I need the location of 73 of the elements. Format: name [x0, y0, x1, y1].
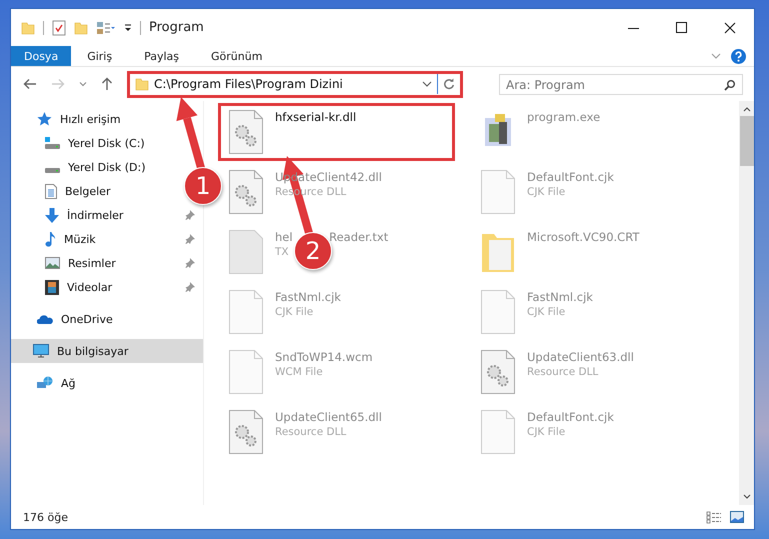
file-type: CJK File — [275, 306, 314, 318]
file-type: Resource DLL — [275, 426, 346, 438]
sidebar-item[interactable]: Ağ — [11, 371, 181, 395]
close-icon[interactable] — [724, 22, 736, 34]
globe-monitor-icon — [37, 376, 53, 390]
file-type: WCM File — [275, 366, 323, 378]
gear-file-icon — [481, 350, 515, 394]
file-type: CJK File — [527, 426, 566, 438]
back-arrow-icon[interactable] — [23, 78, 37, 90]
address-bar[interactable]: C:\Program Files\Program Dizini — [127, 70, 463, 98]
file-item[interactable]: hfxserial-kr.dll — [218, 103, 455, 161]
pin-icon[interactable] — [185, 258, 195, 268]
checklist-icon[interactable] — [52, 20, 66, 36]
file-type: Resource DLL — [527, 366, 598, 378]
star-icon — [37, 112, 52, 126]
up-arrow-icon[interactable] — [101, 77, 113, 91]
item-count: 176 öğe — [23, 510, 68, 524]
sidebar-item[interactable]: Videolar — [11, 275, 203, 299]
refresh-icon[interactable] — [443, 78, 455, 90]
search-field[interactable]: Ara: Program — [499, 74, 743, 95]
music-note-icon — [45, 232, 56, 246]
gear-file-icon — [229, 110, 263, 154]
folder-icon — [135, 77, 149, 91]
pin-icon[interactable] — [185, 210, 195, 220]
monitor-icon — [33, 344, 49, 358]
chevron-down-icon[interactable] — [79, 81, 87, 87]
ribbon-tab[interactable]: Görünüm — [195, 46, 278, 66]
dropdown-icon[interactable] — [124, 22, 132, 32]
chevron-down-icon[interactable] — [422, 81, 432, 87]
file-type: CJK File — [527, 306, 566, 318]
scrollbar[interactable] — [739, 101, 754, 505]
help-icon[interactable] — [731, 48, 746, 64]
ribbon-tab[interactable]: Dosya — [11, 46, 72, 66]
blank-file-icon — [481, 170, 515, 214]
sidebar-item[interactable]: Yerel Disk (C:) — [11, 131, 181, 155]
sidebar-item[interactable]: Yerel Disk (D:) — [11, 155, 181, 179]
blank-file-icon — [229, 350, 263, 394]
blank-file-icon — [481, 290, 515, 334]
sidebar-item[interactable]: Resimler — [11, 251, 203, 275]
scroll-up-icon[interactable] — [742, 107, 750, 112]
gear-file-icon — [229, 170, 263, 214]
large-icons-view-icon[interactable] — [730, 511, 744, 523]
sidebar-item[interactable]: OneDrive — [11, 307, 181, 331]
film-strip-icon — [45, 280, 59, 294]
properties-icon[interactable] — [96, 20, 116, 34]
sidebar-item[interactable]: Hızlı erişim — [11, 107, 181, 131]
landscape-image-icon — [45, 257, 60, 269]
sidebar-item[interactable]: Belgeler — [11, 179, 181, 203]
scroll-thumb[interactable] — [740, 116, 754, 166]
pin-icon[interactable] — [185, 282, 195, 292]
file-icon — [229, 230, 263, 274]
scroll-down-icon[interactable] — [742, 494, 750, 499]
maximize-icon[interactable] — [676, 22, 688, 34]
ribbon-tab[interactable]: Paylaş — [128, 46, 195, 66]
blank-file-icon — [229, 290, 263, 334]
document-icon — [45, 184, 57, 198]
ribbon-tab[interactable]: Giriş — [71, 46, 128, 66]
file-type: CJK File — [527, 186, 566, 198]
cloud-icon — [37, 314, 53, 324]
details-view-icon[interactable] — [706, 510, 722, 524]
sidebar-item[interactable]: Müzik — [11, 227, 203, 251]
window-title: Program — [149, 20, 204, 35]
search-icon — [724, 78, 736, 90]
down-arrow-icon — [45, 208, 59, 222]
blank-file-icon — [481, 410, 515, 454]
sidebar-item[interactable]: İndirmeler — [11, 203, 203, 227]
file-type: TX — [275, 246, 289, 258]
sidebar-item[interactable]: Bu bilgisayar — [11, 339, 203, 363]
pin-icon[interactable] — [185, 234, 195, 244]
drive-icon — [45, 137, 60, 149]
file-name[interactable]: hfxserial-kr.dll — [275, 110, 356, 124]
drive-icon — [45, 168, 60, 172]
gear-file-icon — [229, 410, 263, 454]
